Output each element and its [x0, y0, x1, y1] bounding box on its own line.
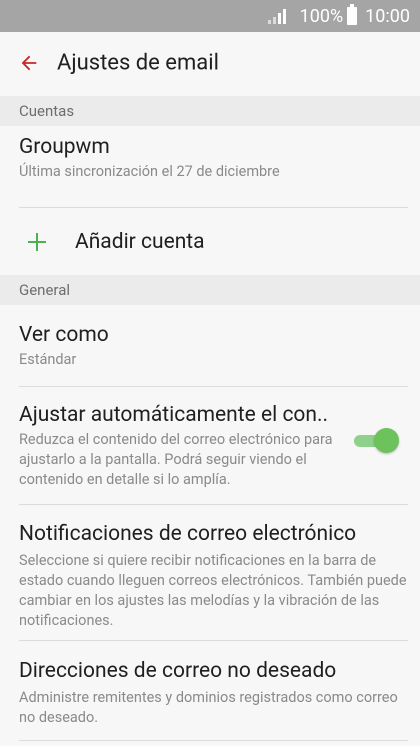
clock: 10:00 [365, 5, 410, 27]
auto-fit-toggle[interactable] [354, 428, 399, 453]
battery-percentage: 100% [299, 5, 344, 27]
auto-fit-description: Reduzca el contenido del correo electrón… [19, 431, 333, 488]
plus-icon [27, 232, 47, 252]
spam-title: Direcciones de correo no deseado [19, 659, 337, 683]
view-as-value: Estándar [19, 351, 77, 368]
toggle-knob [374, 428, 399, 453]
account-item[interactable]: Groupwm Última sincronización el 27 de d… [19, 134, 408, 208]
section-header-general: General [0, 275, 420, 305]
section-header-accounts: Cuentas [0, 96, 420, 126]
status-bar: 100% 10:00 [0, 0, 420, 32]
view-as-item[interactable]: Ver como Estándar [19, 322, 408, 387]
account-name: Groupwm [19, 135, 110, 159]
page-title: Ajustes de email [57, 50, 219, 76]
notifications-description: Seleccione si quiere recibir notificacio… [19, 552, 407, 629]
back-arrow-icon[interactable] [18, 52, 40, 74]
auto-fit-title: Ajustar automáticamente el con.. [19, 403, 329, 427]
auto-fit-item[interactable]: Ajustar automáticamente el con.. Reduzca… [19, 402, 408, 505]
notifications-title: Notificaciones de correo electrónico [19, 522, 357, 546]
view-as-title: Ver como [19, 323, 109, 347]
signal-icon [267, 8, 288, 24]
spam-item[interactable]: Direcciones de correo no deseado Adminis… [19, 658, 408, 741]
add-account-button[interactable]: Añadir cuenta [19, 208, 408, 276]
add-account-label: Añadir cuenta [75, 230, 205, 254]
spam-description: Administre remitentes y dominios registr… [19, 689, 398, 726]
account-sync-status: Última sincronización el 27 de diciembre [19, 163, 280, 180]
app-bar: Ajustes de email [0, 32, 420, 94]
notifications-item[interactable]: Notificaciones de correo electrónico Sel… [19, 521, 408, 641]
battery-icon [347, 4, 358, 25]
